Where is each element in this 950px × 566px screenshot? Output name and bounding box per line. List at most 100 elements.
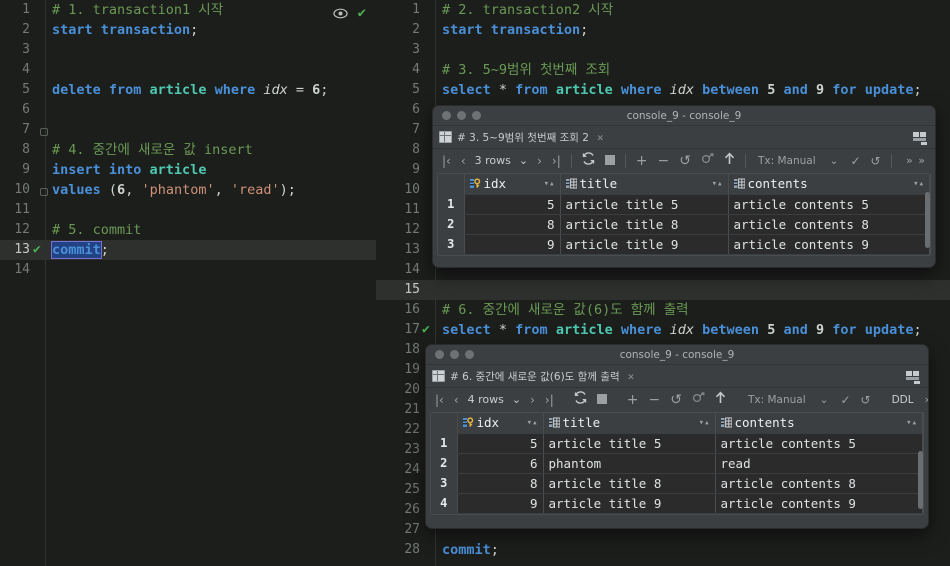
eye-icon[interactable] bbox=[332, 4, 348, 23]
table-row[interactable]: 2 8 article title 8 article contents 8 bbox=[438, 214, 930, 235]
code-line-6[interactable] bbox=[46, 100, 376, 120]
cell-contents[interactable]: article contents 8 bbox=[715, 473, 923, 494]
run-success-check-icon[interactable]: ✔ bbox=[358, 6, 366, 20]
code-line-5[interactable]: delete from article where idx = 6; bbox=[46, 80, 376, 100]
code-line-11[interactable] bbox=[46, 200, 376, 220]
cell-idx[interactable]: 9 bbox=[457, 493, 544, 514]
column-header-idx[interactable]: idx ▾▴ bbox=[464, 174, 561, 195]
cell-contents[interactable]: article contents 9 bbox=[715, 493, 923, 514]
cell-title[interactable]: article title 9 bbox=[543, 493, 716, 514]
refresh-icon[interactable] bbox=[577, 149, 600, 173]
tx-mode-label[interactable]: Tx: Manual bbox=[741, 388, 813, 412]
first-page-button[interactable]: |‹ bbox=[437, 149, 456, 173]
fold-marker-end[interactable] bbox=[40, 188, 48, 196]
window-2-tabbar[interactable]: # 6. 중간에 새로운 값(6)도 함께 출력 ✕ bbox=[426, 365, 928, 388]
revert-changes-icon[interactable]: ↺ bbox=[674, 149, 696, 173]
code-line-9[interactable]: insert into article bbox=[46, 160, 376, 180]
sort-indicator-icon[interactable]: ▾▴ bbox=[699, 418, 710, 428]
window-2-tab-label[interactable]: # 6. 중간에 새로운 값(6)도 함께 출력 bbox=[450, 369, 620, 384]
cell-title[interactable]: article title 8 bbox=[560, 214, 729, 235]
result-window-1[interactable]: console_9 - console_9 # 3. 5~9범위 첫번째 조회 … bbox=[432, 105, 936, 268]
row-number[interactable]: 3 bbox=[431, 473, 458, 494]
result-grid-2[interactable]: idx ▾▴ title ▾▴ contents ▾▴ 1 5 article title 5… bbox=[430, 412, 924, 515]
sort-indicator-icon[interactable]: ▾▴ bbox=[906, 418, 917, 428]
left-code-area[interactable]: # 1. transaction1 시작 start transaction; d… bbox=[46, 0, 376, 280]
toolbar-overflow-icon[interactable]: » » bbox=[920, 388, 928, 412]
table-header-row-1[interactable]: idx ▾▴ title ▾▴ contents ▾▴ bbox=[438, 174, 930, 195]
line-run-success-icon[interactable]: ✔ bbox=[33, 240, 41, 260]
tx-mode-caret-icon[interactable]: ⌄ bbox=[823, 149, 846, 173]
code-line-4[interactable]: # 3. 5~9범위 첫번째 조회 bbox=[436, 60, 950, 80]
prev-page-button[interactable]: ‹ bbox=[456, 149, 471, 173]
layout-switch-icon[interactable] bbox=[906, 369, 921, 384]
cell-idx[interactable]: 8 bbox=[457, 473, 544, 494]
revert-selected-icon[interactable] bbox=[687, 388, 710, 412]
ddl-button[interactable]: DDL bbox=[886, 388, 920, 412]
table-row[interactable]: 2 6 phantom read bbox=[431, 453, 923, 474]
rollback-button[interactable]: ↺ bbox=[866, 149, 886, 173]
row-number[interactable]: 2 bbox=[438, 214, 465, 235]
row-number[interactable]: 1 bbox=[438, 194, 465, 215]
column-header-title[interactable]: title ▾▴ bbox=[560, 174, 729, 195]
layout-switch-icon[interactable] bbox=[913, 130, 928, 145]
sort-indicator-icon[interactable]: ▾▴ bbox=[913, 179, 924, 189]
cell-idx[interactable]: 8 bbox=[464, 214, 561, 235]
window-1-toolbar[interactable]: |‹ ‹ 3 rows ⌄ › ›| + − ↺ Tx: Manual ⌄ ✓ … bbox=[433, 149, 935, 173]
row-number[interactable]: 1 bbox=[431, 433, 458, 454]
cell-title[interactable]: phantom bbox=[543, 453, 716, 474]
code-line-15[interactable] bbox=[436, 280, 950, 300]
delete-row-button[interactable]: − bbox=[653, 149, 675, 173]
cell-contents[interactable]: article contents 9 bbox=[728, 234, 930, 255]
prev-page-button[interactable]: ‹ bbox=[449, 388, 464, 412]
table-body-1[interactable]: 1 5 article title 5 article contents 5 2 8 art… bbox=[438, 194, 930, 255]
transaction1-editor-pane[interactable]: 1 2 3 4 5 6 7 8 9 10 11 12 13 ✔ 14 # 1. transaction1 시… bbox=[0, 0, 376, 566]
add-row-button[interactable]: + bbox=[622, 388, 644, 412]
code-line-5[interactable]: select * from article where idx between … bbox=[436, 80, 950, 100]
sort-indicator-icon[interactable]: ▾▴ bbox=[527, 418, 538, 428]
first-page-button[interactable]: |‹ bbox=[430, 388, 449, 412]
row-count-caret-icon[interactable]: ⌄ bbox=[508, 388, 525, 412]
code-line-17[interactable]: select * from article where idx between … bbox=[436, 320, 950, 340]
result-grid-1[interactable]: idx ▾▴ title ▾▴ contents ▾▴ 1 5 article title 5… bbox=[437, 173, 931, 256]
code-line-7[interactable] bbox=[46, 120, 376, 140]
code-line-3[interactable] bbox=[436, 40, 950, 60]
table-row[interactable]: 1 5 article title 5 article contents 5 bbox=[438, 194, 930, 215]
stop-icon[interactable] bbox=[592, 388, 612, 412]
tab-close-icon[interactable]: ✕ bbox=[597, 131, 604, 144]
code-line-16[interactable]: # 6. 중간에 새로운 값(6)도 함께 출력 bbox=[436, 300, 950, 320]
stop-icon[interactable] bbox=[600, 149, 620, 173]
commit-button[interactable]: ✓ bbox=[845, 149, 865, 173]
toolbar-overflow-icon[interactable]: » » bbox=[901, 149, 931, 173]
cell-idx[interactable]: 6 bbox=[457, 453, 544, 474]
code-line-2[interactable]: start transaction; bbox=[46, 20, 376, 40]
code-line-2[interactable]: start transaction; bbox=[436, 20, 950, 40]
code-line-1[interactable]: # 1. transaction1 시작 bbox=[46, 0, 376, 20]
last-page-button[interactable]: ›| bbox=[540, 388, 559, 412]
table-row[interactable]: 1 5 article title 5 article contents 5 bbox=[431, 433, 923, 454]
window-2-titlebar[interactable]: console_9 - console_9 bbox=[426, 345, 928, 365]
window-1-titlebar[interactable]: console_9 - console_9 bbox=[433, 106, 935, 126]
code-line-28[interactable]: commit; bbox=[436, 540, 950, 560]
tab-close-icon[interactable]: ✕ bbox=[628, 370, 635, 383]
row-count-label[interactable]: 4 rows bbox=[464, 388, 508, 412]
cell-idx[interactable]: 5 bbox=[457, 433, 544, 454]
cell-contents[interactable]: article contents 5 bbox=[715, 433, 923, 454]
code-line-3[interactable] bbox=[46, 40, 376, 60]
cell-title[interactable]: article title 5 bbox=[560, 194, 729, 215]
commit-button[interactable]: ✓ bbox=[835, 388, 855, 412]
next-page-button[interactable]: › bbox=[532, 149, 547, 173]
window-1-tab-label[interactable]: # 3. 5~9범위 첫번째 조회 2 bbox=[457, 130, 589, 145]
column-header-contents[interactable]: contents ▾▴ bbox=[715, 413, 923, 434]
code-line-13[interactable]: commit; bbox=[46, 240, 376, 260]
delete-row-button[interactable]: − bbox=[644, 388, 666, 412]
column-header-title[interactable]: title ▾▴ bbox=[543, 413, 716, 434]
row-count-caret-icon[interactable]: ⌄ bbox=[515, 149, 532, 173]
add-row-button[interactable]: + bbox=[631, 149, 653, 173]
sort-indicator-icon[interactable]: ▾▴ bbox=[712, 179, 723, 189]
code-line-14[interactable] bbox=[46, 260, 376, 280]
tx-mode-label[interactable]: Tx: Manual bbox=[751, 149, 823, 173]
table-row[interactable]: 3 9 article title 9 article contents 9 bbox=[438, 234, 930, 255]
next-page-button[interactable]: › bbox=[525, 388, 540, 412]
table-row[interactable]: 4 9 article title 9 article contents 9 bbox=[431, 493, 923, 514]
fold-marker-start[interactable] bbox=[40, 128, 48, 136]
